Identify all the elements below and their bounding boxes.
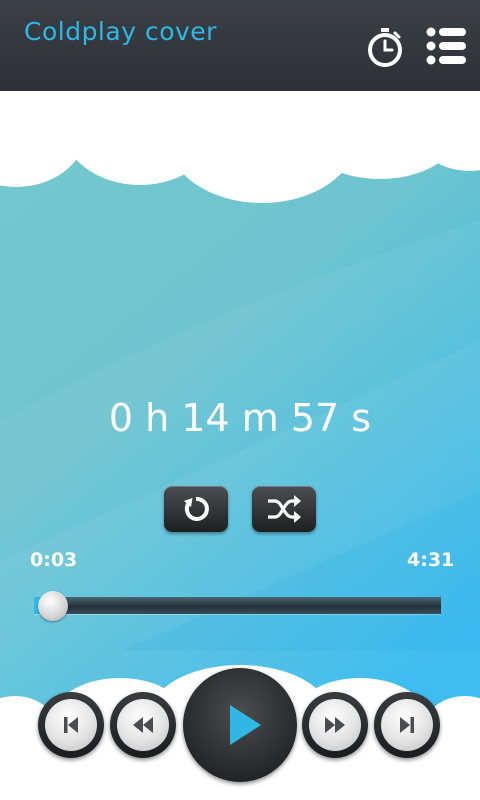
rewind-icon — [133, 717, 153, 733]
list-menu-icon — [426, 27, 466, 65]
previous-track-button[interactable] — [38, 692, 104, 758]
menu-button[interactable] — [424, 24, 470, 70]
play-icon — [230, 705, 261, 745]
stopwatch-icon — [368, 28, 402, 67]
top-bar: Coldplay cover — [0, 0, 480, 91]
next-track-button[interactable] — [374, 692, 440, 758]
app-title: Coldplay cover — [24, 17, 217, 46]
fast-forward-button[interactable] — [302, 692, 368, 758]
shuffle-icon — [268, 495, 301, 523]
skip-next-icon — [400, 717, 414, 733]
fast-forward-icon — [325, 717, 345, 733]
timer-button[interactable] — [362, 24, 408, 70]
elapsed-time-display: 0 h 14 m 57 s — [108, 396, 372, 440]
repeat-button[interactable] — [164, 486, 228, 532]
total-time-label: 4:31 — [407, 549, 455, 571]
seek-bar[interactable] — [34, 597, 441, 614]
seek-thumb[interactable] — [38, 591, 69, 621]
skip-previous-icon — [64, 717, 78, 733]
play-button[interactable] — [183, 668, 297, 782]
shuffle-button[interactable] — [252, 486, 316, 532]
current-time-label: 0:03 — [30, 549, 78, 571]
rewind-button[interactable] — [110, 692, 176, 758]
repeat-icon — [184, 496, 209, 521]
